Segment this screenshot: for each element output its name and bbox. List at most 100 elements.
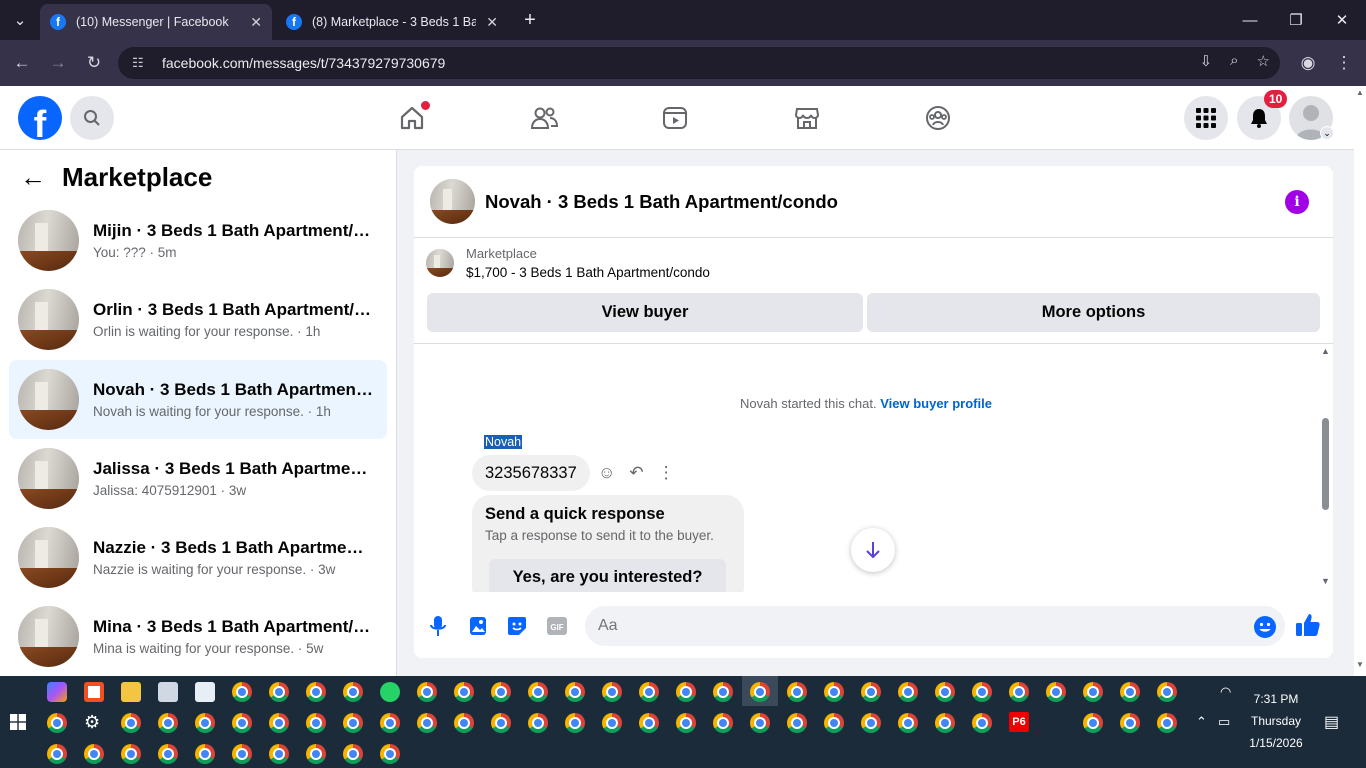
chrome-icon[interactable] [787, 682, 807, 702]
chrome-icon[interactable] [972, 682, 992, 702]
chrome-icon[interactable] [1157, 713, 1177, 733]
message-scrollbar[interactable]: ▲ ▼ [1318, 344, 1333, 592]
conversation-item-jalissa[interactable]: Jalissa · 3 Beds 1 Bath Apartment/c... J… [9, 439, 387, 518]
wifi-icon[interactable]: ◠ [1220, 684, 1231, 700]
windows-start-icon[interactable] [10, 714, 26, 730]
notepad-icon[interactable] [195, 682, 215, 702]
chrome-icon[interactable] [528, 713, 548, 733]
conversation-item-orlin[interactable]: Orlin · 3 Beds 1 Bath Apartment/co... Or… [9, 280, 387, 359]
chrome-icon[interactable] [232, 744, 252, 764]
chrome-icon[interactable] [639, 682, 659, 702]
notification-center-icon[interactable]: ▤ [1324, 712, 1339, 732]
conversation-item-mina[interactable]: Mina · 3 Beds 1 Bath Apartment/c... Mina… [9, 597, 387, 676]
p6-app-icon[interactable]: P6 [1009, 712, 1029, 732]
chrome-icon[interactable] [417, 713, 437, 733]
chrome-icon[interactable] [343, 682, 363, 702]
reload-icon[interactable]: ↻ [82, 51, 106, 75]
clock-date[interactable]: 1/15/2026 [1240, 736, 1312, 750]
page-scrollbar[interactable]: ▲ ▼ [1354, 86, 1366, 676]
friends-nav-icon[interactable] [528, 102, 560, 134]
chrome-icon[interactable] [454, 682, 474, 702]
chrome-icon[interactable] [491, 682, 511, 702]
chat-listing-thumbnail[interactable] [430, 179, 475, 224]
chrome-icon[interactable] [602, 713, 622, 733]
forward-arrow-icon[interactable]: → [46, 51, 70, 75]
chrome-icon[interactable] [898, 682, 918, 702]
back-arrow-icon[interactable]: ← [20, 162, 46, 193]
chrome-icon[interactable] [417, 682, 437, 702]
install-app-icon[interactable]: ⇩ [1200, 52, 1213, 70]
info-icon[interactable]: i [1285, 190, 1309, 214]
home-nav-icon[interactable] [396, 101, 430, 134]
chrome-icon[interactable] [1120, 713, 1140, 733]
microphone-icon[interactable] [425, 613, 451, 639]
chrome-icon[interactable] [528, 682, 548, 702]
scroll-to-bottom-button[interactable] [851, 528, 895, 572]
chrome-icon[interactable] [639, 713, 659, 733]
chat-title[interactable]: Novah · 3 Beds 1 Bath Apartment/condo [485, 191, 838, 213]
chrome-icon[interactable] [1009, 682, 1029, 702]
chrome-icon[interactable] [713, 713, 733, 733]
tab-messenger[interactable]: f (10) Messenger | Facebook ✕ [40, 4, 272, 40]
more-options-button[interactable]: More options [867, 293, 1320, 332]
sticker-icon[interactable] [504, 613, 530, 639]
chrome-icon[interactable] [380, 744, 400, 764]
video-nav-icon[interactable] [659, 102, 691, 134]
scrollbar-thumb[interactable] [1322, 418, 1329, 510]
menu-button[interactable] [1184, 96, 1228, 140]
bookmark-star-icon[interactable]: ☆ [1257, 52, 1270, 70]
chrome-icon[interactable] [232, 713, 252, 733]
profile-icon[interactable]: ◉ [1296, 51, 1320, 75]
new-tab-button[interactable]: + [518, 8, 542, 32]
chrome-icon[interactable] [47, 744, 67, 764]
chrome-icon[interactable] [380, 713, 400, 733]
chrome-icon[interactable] [269, 682, 289, 702]
keyboard-icon[interactable] [158, 682, 178, 702]
chrome-icon[interactable] [121, 713, 141, 733]
chrome-icon[interactable] [306, 713, 326, 733]
chrome-icon[interactable] [1046, 682, 1066, 702]
chrome-icon[interactable] [195, 744, 215, 764]
close-tab-icon[interactable]: ✕ [250, 14, 262, 31]
facebook-logo-icon[interactable]: f [18, 96, 62, 140]
chrome-icon[interactable] [935, 682, 955, 702]
chrome-icon[interactable] [676, 713, 696, 733]
chrome-icon[interactable] [602, 682, 622, 702]
gif-icon[interactable]: GIF [544, 613, 570, 639]
reply-icon[interactable]: ↶ [629, 463, 643, 483]
chrome-icon[interactable] [306, 744, 326, 764]
close-tab-icon[interactable]: ✕ [486, 14, 498, 31]
page-scroll-up-arrow-icon[interactable]: ▲ [1356, 88, 1364, 97]
chrome-icon[interactable] [1120, 682, 1140, 702]
view-buyer-profile-link[interactable]: View buyer profile [880, 396, 992, 411]
chrome-icon[interactable] [824, 682, 844, 702]
view-buyer-button[interactable]: View buyer [427, 293, 863, 332]
clock-time[interactable]: 7:31 PM [1246, 692, 1306, 706]
chrome-icon[interactable] [269, 744, 289, 764]
listing-summary[interactable]: Marketplace $1,700 - 3 Beds 1 Bath Apart… [426, 246, 710, 280]
chrome-icon[interactable] [861, 713, 881, 733]
chrome-icon[interactable] [861, 682, 881, 702]
zoom-icon[interactable]: ⌕ [1230, 52, 1238, 70]
conversation-item-mijin[interactable]: Mijin · 3 Beds 1 Bath Apartment/c... You… [9, 201, 387, 280]
photo-attach-icon[interactable] [465, 613, 491, 639]
chrome-icon[interactable] [158, 744, 178, 764]
chrome-icon[interactable] [195, 713, 215, 733]
message-input[interactable] [585, 606, 1285, 646]
chrome-icon[interactable] [565, 713, 585, 733]
scroll-down-arrow-icon[interactable]: ▼ [1321, 576, 1330, 586]
chrome-icon[interactable] [158, 713, 178, 733]
chrome-icon[interactable] [750, 682, 770, 702]
quick-response-option-button[interactable]: Yes, are you interested? [489, 559, 726, 592]
chrome-icon[interactable] [898, 713, 918, 733]
page-scroll-down-arrow-icon[interactable]: ▼ [1356, 660, 1364, 669]
chrome-icon[interactable] [824, 713, 844, 733]
whatsapp-icon[interactable] [380, 682, 400, 702]
chrome-icon[interactable] [269, 713, 289, 733]
copilot-icon[interactable] [47, 682, 67, 702]
react-emoji-icon[interactable]: ☺ [598, 463, 615, 483]
chrome-icon[interactable] [306, 682, 326, 702]
chrome-icon[interactable] [454, 713, 474, 733]
chrome-icon[interactable] [750, 713, 770, 733]
chrome-icon[interactable] [713, 682, 733, 702]
